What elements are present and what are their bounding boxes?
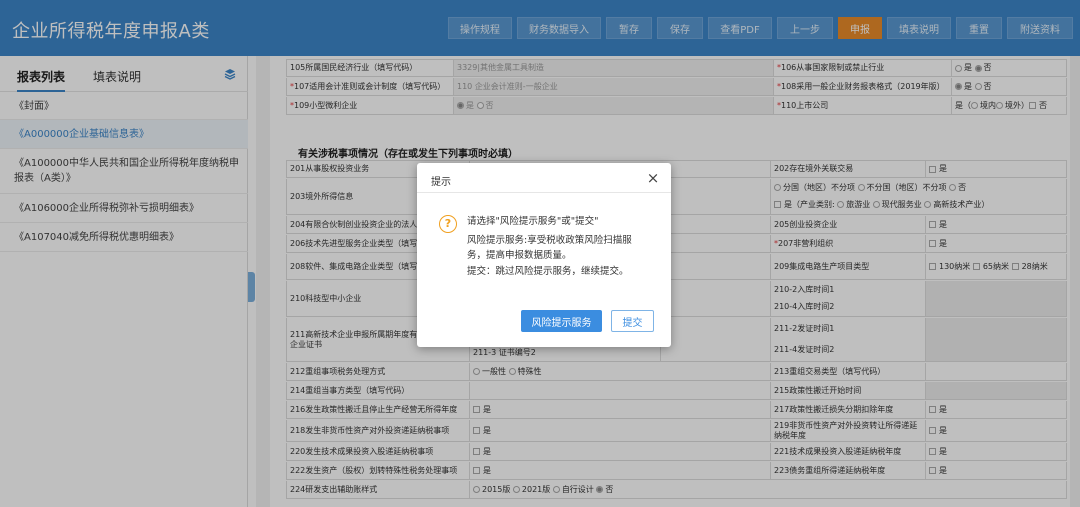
submit-button[interactable]: 提交 <box>611 310 654 332</box>
prompt-dialog: 提示 × ? 请选择"风险提示服务"或"提交" 风险提示服务:享受税收政策风险扫… <box>417 163 671 347</box>
question-icon: ? <box>439 215 457 233</box>
dialog-title: 提示 <box>431 177 451 188</box>
dialog-message-line: 请选择"风险提示服务"或"提交" <box>467 216 599 227</box>
close-icon[interactable]: × <box>645 168 661 188</box>
dialog-message-line: 务，提高申报数据质量。 <box>467 250 572 261</box>
dialog-divider <box>417 192 671 193</box>
dialog-message-line: 提交：跳过风险提示服务，继续提交。 <box>467 266 629 277</box>
dialog-message-line: 风险提示服务:享受税收政策风险扫描服 <box>467 235 632 246</box>
risk-service-button[interactable]: 风险提示服务 <box>521 310 602 332</box>
